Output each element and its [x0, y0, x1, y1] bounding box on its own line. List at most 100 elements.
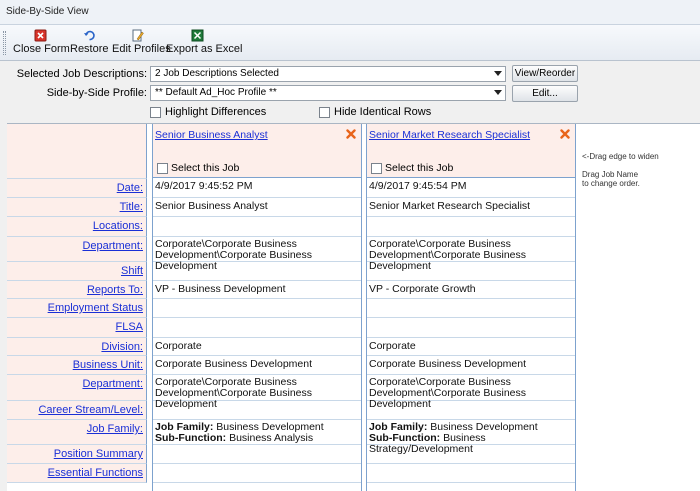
job-title: Senior Market Research Specialist — [367, 198, 575, 217]
row-link-essential-functions[interactable]: Essential Functions — [48, 467, 143, 479]
job-reports-to: VP - Corporate Growth — [367, 281, 575, 299]
job-employment-status — [367, 299, 575, 318]
sub-function-value: Business Analysis — [226, 432, 314, 444]
job-date: 4/9/2017 9:45:54 PM — [367, 179, 575, 198]
row-link-reports-to[interactable]: Reports To: — [87, 284, 143, 296]
row-label-career-stream[interactable]: Career Stream/Level: — [7, 401, 147, 420]
selected-jd-dropdown[interactable]: 2 Job Descriptions Selected — [150, 66, 506, 82]
window-titlebar: Side-By-Side View — [0, 0, 700, 25]
selected-jd-value: 2 Job Descriptions Selected — [155, 68, 279, 79]
row-link-date[interactable]: Date: — [117, 182, 143, 194]
row-link-business-unit[interactable]: Business Unit: — [73, 359, 143, 371]
job-position-summary — [367, 445, 575, 464]
hide-identical-rows-label: Hide Identical Rows — [334, 106, 432, 118]
hide-identical-rows-checkbox[interactable] — [319, 107, 330, 118]
row-link-job-family[interactable]: Job Family: — [87, 423, 143, 435]
row-label-department-2[interactable]: Department: — [7, 375, 147, 401]
row-link-employment-status[interactable]: Employment Status — [48, 302, 143, 314]
job-date: 4/9/2017 9:45:52 PM — [153, 179, 361, 198]
row-link-shift[interactable]: Shift — [121, 265, 143, 277]
drag-edge-hint: <-Drag edge to widen — [582, 152, 659, 161]
job-family-cell: Job Family: Business Development Sub-Fun… — [153, 420, 361, 445]
row-label-flsa[interactable]: FLSA — [7, 318, 147, 338]
edit-profiles-icon — [132, 29, 144, 42]
restore-button[interactable]: Restore — [70, 27, 109, 59]
job-family-cell: Job Family: Business Development Sub-Fun… — [367, 420, 575, 455]
close-form-icon — [34, 29, 46, 42]
edit-profiles-button[interactable]: Edit Profiles — [112, 27, 171, 59]
job-position-summary — [153, 445, 361, 464]
job-business-unit: Corporate Business Development — [153, 356, 361, 375]
row-label-date[interactable]: Date: — [7, 179, 147, 198]
job-division: Corporate — [153, 338, 361, 356]
select-job-checkbox[interactable] — [157, 163, 168, 174]
drag-job-hint-line-1: Drag Job Name — [582, 170, 639, 179]
export-excel-label: Export as Excel — [166, 43, 243, 55]
view-reorder-button[interactable]: View/Reorder — [512, 65, 578, 82]
job-employment-status — [153, 299, 361, 318]
job-name-link[interactable]: Senior Market Research Specialist — [369, 129, 530, 141]
row-label-column: Date: Title: Locations: Department: Shif… — [7, 124, 147, 491]
toolbar: Close Form Restore Edit Profiles Export … — [0, 25, 700, 61]
row-label-department[interactable]: Department: — [7, 237, 147, 262]
row-link-title[interactable]: Title: — [120, 201, 143, 213]
job-essential-functions — [153, 464, 361, 483]
row-label-job-family[interactable]: Job Family: — [7, 420, 147, 445]
highlight-differences-label: Highlight Differences — [165, 106, 267, 118]
row-link-career-stream[interactable]: Career Stream/Level: — [38, 404, 143, 416]
restore-icon — [83, 30, 95, 41]
row-label-position-summary[interactable]: Position Summary — [7, 445, 147, 464]
drag-job-hint-line-2: to change order. — [582, 179, 640, 188]
selected-jd-label: Selected Job Descriptions: — [16, 68, 147, 80]
job-column-header[interactable]: Senior Business Analyst Select this Job — [153, 124, 361, 178]
row-link-position-summary[interactable]: Position Summary — [54, 448, 143, 460]
job-column: Senior Market Research Specialist Select… — [366, 124, 576, 491]
job-department-2: Corporate\Corporate Business Development… — [367, 375, 575, 410]
highlight-differences-checkbox[interactable] — [150, 107, 161, 118]
profile-dropdown[interactable]: ** Default Ad_Hoc Profile ** — [150, 85, 506, 101]
job-division: Corporate — [367, 338, 575, 356]
job-flsa — [367, 318, 575, 338]
job-column: Senior Business Analyst Select this Job … — [152, 124, 362, 491]
row-label-shift[interactable]: Shift — [7, 262, 147, 281]
select-job-checkbox[interactable] — [371, 163, 382, 174]
row-link-flsa[interactable]: FLSA — [115, 321, 143, 333]
job-department: Corporate\Corporate Business Development… — [367, 237, 575, 272]
close-form-label: Close Form — [13, 43, 70, 55]
row-label-title[interactable]: Title: — [7, 198, 147, 217]
chevron-down-icon — [494, 90, 502, 95]
select-job-label: Select this Job — [385, 162, 454, 174]
export-excel-icon — [191, 29, 203, 42]
row-label-essential-functions[interactable]: Essential Functions — [7, 464, 147, 483]
remove-job-icon[interactable] — [346, 129, 356, 139]
job-business-unit: Corporate Business Development — [367, 356, 575, 375]
label-column-header — [7, 124, 147, 179]
select-job-label: Select this Job — [171, 162, 240, 174]
row-label-employment-status[interactable]: Employment Status — [7, 299, 147, 318]
row-link-department[interactable]: Department: — [82, 240, 143, 252]
remove-job-icon[interactable] — [560, 129, 570, 139]
row-link-department-2[interactable]: Department: — [82, 378, 143, 390]
job-locations — [153, 217, 361, 237]
job-name-link[interactable]: Senior Business Analyst — [155, 129, 268, 141]
close-form-button[interactable]: Close Form — [13, 27, 70, 59]
edit-profile-button[interactable]: Edit... — [512, 85, 578, 102]
job-shift — [153, 262, 361, 281]
job-column-header[interactable]: Senior Market Research Specialist Select… — [367, 124, 575, 178]
export-excel-button[interactable]: Export as Excel — [166, 27, 243, 59]
row-link-locations[interactable]: Locations: — [93, 220, 143, 232]
chevron-down-icon — [494, 71, 502, 76]
row-label-locations[interactable]: Locations: — [7, 217, 147, 237]
job-shift — [367, 262, 575, 281]
row-label-business-unit[interactable]: Business Unit: — [7, 356, 147, 375]
window-title: Side-By-Side View — [6, 6, 89, 17]
row-label-division[interactable]: Division: — [7, 338, 147, 356]
job-department: Corporate\Corporate Business Development… — [153, 237, 361, 272]
toolbar-grip[interactable] — [3, 31, 6, 55]
job-career-stream — [153, 401, 361, 420]
job-career-stream — [367, 401, 575, 420]
restore-label: Restore — [70, 43, 109, 55]
row-label-reports-to[interactable]: Reports To: — [7, 281, 147, 299]
job-title: Senior Business Analyst — [153, 198, 361, 217]
row-link-division[interactable]: Division: — [101, 341, 143, 353]
